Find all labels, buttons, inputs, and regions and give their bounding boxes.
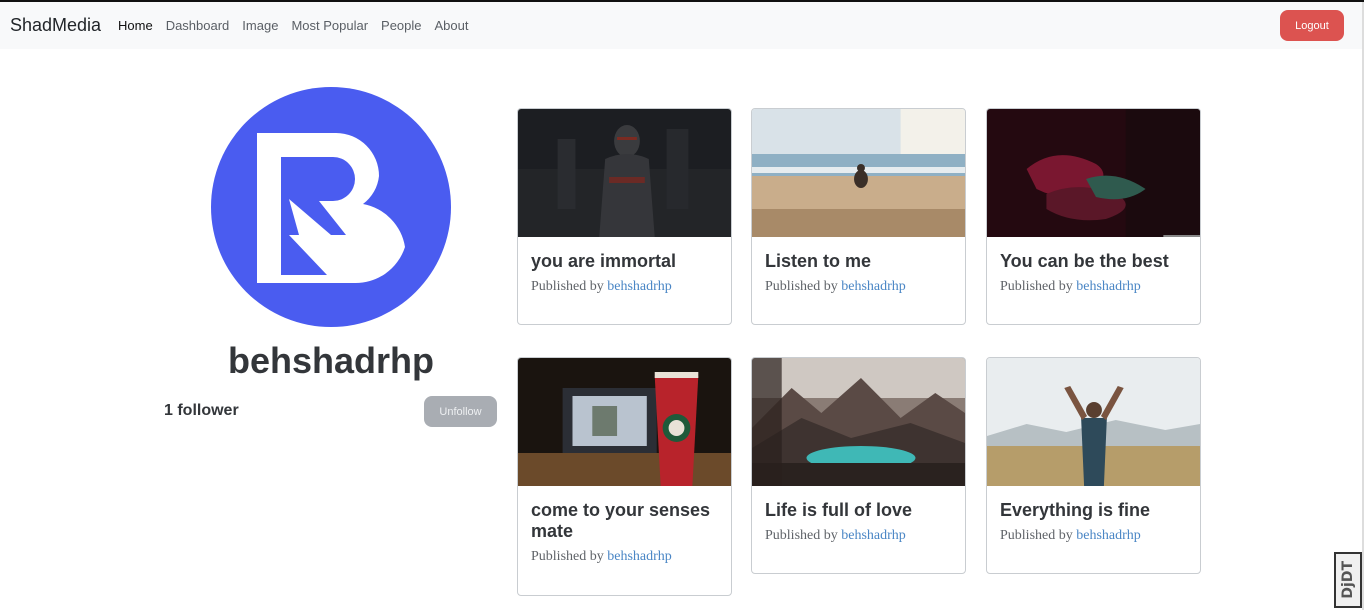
coffee-laptop-photo[interactable] [518, 358, 731, 486]
profile-username: behshadrhp [227, 340, 434, 381]
post-title[interactable]: Listen to me [765, 251, 952, 272]
post-card[interactable]: Everything is fine Published by behshadr… [986, 357, 1201, 574]
unfollow-button[interactable]: Unfollow [424, 396, 497, 427]
nav-link-most-popular[interactable]: Most Popular [291, 18, 368, 33]
published-label: Published by [531, 549, 604, 564]
nav-link-dashboard[interactable]: Dashboard [166, 18, 230, 33]
nav-link-people[interactable]: People [381, 18, 421, 33]
post-title[interactable]: Everything is fine [1000, 500, 1187, 521]
post-meta: Published by behshadrhp [765, 279, 952, 295]
debug-toolbar-label: DjDT [1340, 561, 1356, 599]
author-link[interactable]: behshadrhp [1076, 528, 1141, 543]
nav-link-about[interactable]: About [435, 18, 469, 33]
nav-link-home[interactable]: Home [118, 18, 153, 33]
author-link[interactable]: behshadrhp [841, 279, 906, 294]
navbar: ShadMedia Home Dashboard Image Most Popu… [0, 2, 1362, 49]
post-title[interactable]: Life is full of love [765, 500, 952, 521]
post-card[interactable]: you are immortal Published by behshadrhp [517, 108, 732, 325]
post-title[interactable]: You can be the best [1000, 251, 1187, 272]
b-logo-icon [257, 133, 405, 284]
author-link[interactable]: behshadrhp [841, 528, 906, 543]
post-title[interactable]: come to your senses mate [531, 500, 718, 542]
nav-link-image[interactable]: Image [242, 18, 278, 33]
logout-button[interactable]: Logout [1280, 10, 1344, 41]
published-label: Published by [765, 279, 838, 294]
post-meta: Published by behshadrhp [531, 279, 718, 295]
published-label: Published by [1000, 528, 1073, 543]
post-card[interactable]: Listen to me Published by behshadrhp [751, 108, 966, 325]
post-title[interactable]: you are immortal [531, 251, 718, 272]
avatar [211, 87, 451, 327]
post-meta: Published by behshadrhp [765, 528, 952, 544]
red-hands-photo[interactable] [987, 109, 1200, 237]
post-card[interactable]: You can be the best Published by behshad… [986, 108, 1201, 325]
post-meta: Published by behshadrhp [531, 549, 718, 565]
dark-knight-photo[interactable] [518, 109, 731, 237]
post-meta: Published by behshadrhp [1000, 528, 1187, 544]
follower-count: 1 follower [164, 402, 239, 419]
brand-logo[interactable]: ShadMedia [10, 15, 101, 36]
author-link[interactable]: behshadrhp [607, 549, 672, 564]
post-card[interactable]: come to your senses mate Published by be… [517, 357, 732, 596]
published-label: Published by [1000, 279, 1073, 294]
published-label: Published by [765, 528, 838, 543]
man-field-photo[interactable] [987, 358, 1200, 486]
nav-links: Home Dashboard Image Most Popular People… [118, 18, 482, 33]
beach-meditation-photo[interactable] [752, 109, 965, 237]
debug-toolbar-toggle[interactable]: DjDT [1334, 552, 1362, 608]
post-card[interactable]: Life is full of love Published by behsha… [751, 357, 966, 574]
author-link[interactable]: behshadrhp [1076, 279, 1141, 294]
post-meta: Published by behshadrhp [1000, 279, 1187, 295]
author-link[interactable]: behshadrhp [607, 279, 672, 294]
mountain-lake-photo[interactable] [752, 358, 965, 486]
published-label: Published by [531, 279, 604, 294]
